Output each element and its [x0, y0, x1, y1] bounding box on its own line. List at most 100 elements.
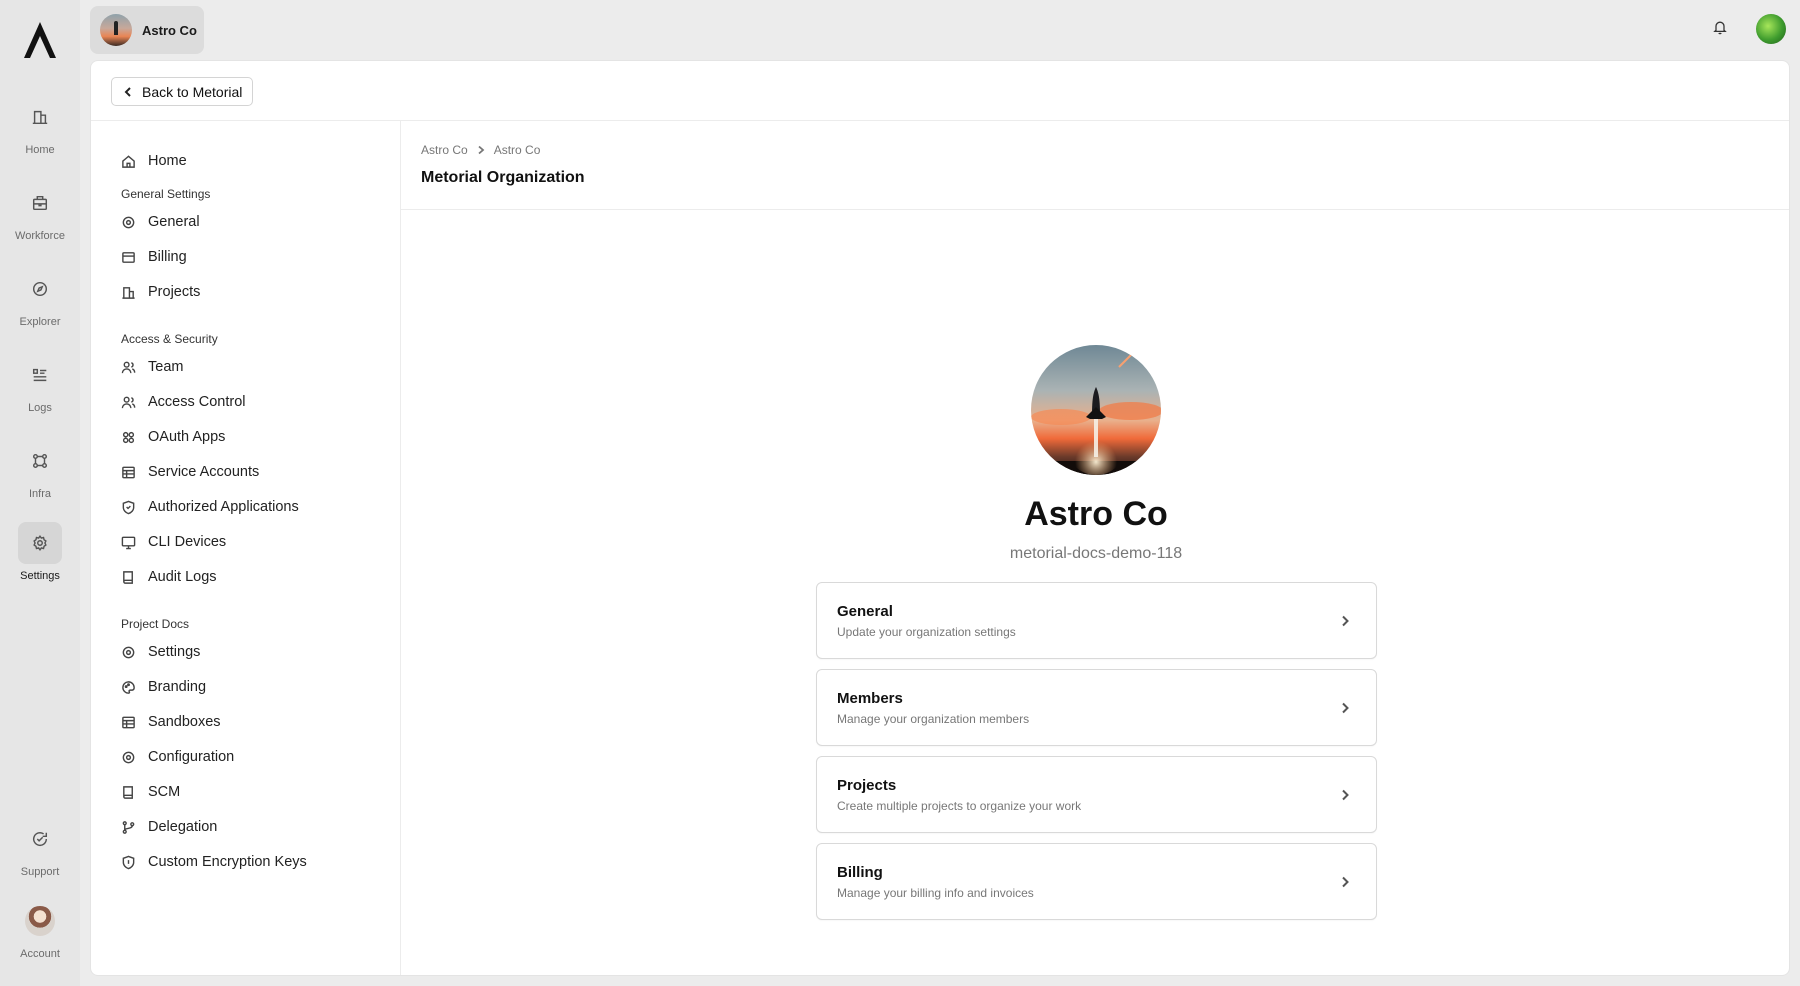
- shield-icon: [122, 500, 135, 514]
- sidebar-item-cli-devices[interactable]: CLI Devices: [121, 530, 226, 554]
- panel-header: Back to Metorial: [91, 61, 1789, 121]
- card-general[interactable]: General Update your organization setting…: [816, 582, 1377, 659]
- sidebar-item-label: General: [148, 214, 200, 230]
- card-description: Manage your billing info and invoices: [837, 886, 1034, 900]
- sidebar-item-label: Delegation: [148, 819, 218, 835]
- chevron-left-icon: [124, 86, 131, 97]
- branch-icon: [122, 820, 135, 834]
- org-name: Astro Co: [1024, 495, 1168, 533]
- rail-label: Support: [20, 866, 60, 878]
- rail-item-home[interactable]: Home: [0, 96, 80, 156]
- gear-icon: [122, 751, 135, 763]
- sidebar-item-label: OAuth Apps: [148, 429, 226, 445]
- sidebar-item-label: Configuration: [148, 749, 235, 765]
- card-projects[interactable]: Projects Create multiple projects to org…: [816, 756, 1377, 833]
- chevron-right-icon: [1338, 788, 1352, 802]
- settings-sidebar: Home General Settings General Billing Pr…: [91, 121, 401, 975]
- breadcrumb-item[interactable]: Astro Co: [494, 143, 541, 157]
- sidebar-item-label: Branding: [148, 679, 207, 695]
- monitor-icon: [121, 536, 136, 549]
- sidebar-item-sandboxes[interactable]: Sandboxes: [121, 710, 221, 734]
- sidebar-item-configuration[interactable]: Configuration: [121, 745, 234, 769]
- rail-item-workforce[interactable]: Workforce: [0, 182, 80, 242]
- shield-icon: [122, 855, 135, 869]
- card-description: Manage your organization members: [837, 712, 1030, 726]
- credit-card-icon: [122, 251, 135, 263]
- chevron-right-icon: [478, 145, 485, 155]
- rail-item-settings[interactable]: Settings: [0, 522, 80, 582]
- breadcrumb: Astro Co Astro Co: [421, 143, 540, 157]
- sidebar-item-branding[interactable]: Branding: [121, 675, 206, 699]
- sidebar-item-authorized-applications[interactable]: Authorized Applications: [121, 495, 299, 519]
- users-icon: [121, 396, 136, 408]
- rail-label: Infra: [28, 488, 51, 500]
- org-avatar-large: [1031, 345, 1161, 475]
- notifications-button[interactable]: [1712, 19, 1728, 40]
- breadcrumb-item[interactable]: Astro Co: [421, 143, 468, 157]
- org-switcher-label: Astro Co: [142, 22, 197, 38]
- rail-item-support[interactable]: Support: [0, 818, 80, 878]
- building-icon: [122, 286, 135, 299]
- sidebar-item-audit-logs[interactable]: Audit Logs: [121, 565, 217, 589]
- support-chat-icon: [32, 832, 48, 847]
- sidebar-item-settings[interactable]: Settings: [121, 640, 200, 664]
- org-slug: metorial-docs-demo-118: [1009, 545, 1183, 562]
- table-icon: [122, 466, 135, 478]
- sidebar-item-label: Audit Logs: [148, 569, 217, 585]
- sidebar-item-oauth-apps[interactable]: OAuth Apps: [121, 425, 225, 449]
- back-to-metorial-button[interactable]: Back to Metorial: [111, 77, 254, 106]
- bell-icon: [1713, 21, 1727, 34]
- sidebar-item-access-control[interactable]: Access Control: [121, 390, 246, 414]
- table-icon: [122, 716, 135, 728]
- users-icon: [121, 361, 136, 373]
- sidebar-item-label: Home: [148, 153, 187, 169]
- chevron-right-icon: [1338, 701, 1352, 715]
- gear-icon: [33, 535, 47, 551]
- card-billing[interactable]: Billing Manage your billing info and inv…: [816, 843, 1377, 920]
- rail-item-logs[interactable]: Logs: [0, 354, 80, 414]
- card-title: Billing: [837, 864, 883, 881]
- top-right-actions: [1712, 14, 1786, 44]
- sidebar-item-label: Settings: [148, 644, 201, 660]
- compass-icon: [32, 281, 48, 297]
- card-title: Projects: [837, 777, 897, 794]
- apps-icon: [122, 431, 135, 443]
- sidebar-item-label: Billing: [148, 249, 187, 265]
- card-title: Members: [837, 690, 903, 707]
- sidebar-item-home[interactable]: Home: [121, 149, 187, 173]
- sidebar-item-scm[interactable]: SCM: [121, 780, 180, 804]
- sidebar-item-custom-encryption-keys[interactable]: Custom Encryption Keys: [121, 850, 307, 874]
- sidebar-item-service-accounts[interactable]: Service Accounts: [121, 460, 259, 484]
- sidebar-item-label: Projects: [148, 284, 201, 300]
- home-icon: [122, 154, 135, 168]
- building-icon: [32, 110, 48, 125]
- org-switcher[interactable]: Astro Co: [90, 6, 204, 54]
- book-icon: [123, 570, 133, 584]
- sidebar-item-projects[interactable]: Projects: [121, 280, 200, 304]
- section-title-access-security: Access & Security: [121, 332, 218, 346]
- metorial-logo-icon[interactable]: [22, 20, 58, 60]
- page-title: Metorial Organization: [421, 169, 585, 186]
- sidebar-item-label: Service Accounts: [148, 464, 260, 480]
- sidebar-item-label: Sandboxes: [148, 714, 221, 730]
- sidebar-item-billing[interactable]: Billing: [121, 245, 187, 269]
- sidebar-item-team[interactable]: Team: [121, 355, 183, 379]
- rail-label: Logs: [28, 402, 52, 414]
- account-avatar: [25, 906, 55, 936]
- back-button-label: Back to Metorial: [142, 83, 243, 100]
- rail-item-infra[interactable]: Infra: [0, 440, 80, 500]
- card-description: Create multiple projects to organize you…: [837, 799, 1082, 813]
- rail-item-account[interactable]: Account: [0, 900, 80, 960]
- list-icon: [32, 368, 47, 382]
- rail-item-explorer[interactable]: Explorer: [0, 268, 80, 328]
- sidebar-item-label: Access Control: [148, 394, 246, 410]
- sidebar-item-label: Team: [148, 359, 184, 375]
- sidebar-item-label: SCM: [148, 784, 181, 800]
- app-rail: Home Workforce Explorer Logs Infra Setti…: [0, 0, 80, 986]
- gear-icon: [122, 216, 135, 228]
- user-avatar[interactable]: [1756, 14, 1786, 44]
- sidebar-item-general[interactable]: General: [121, 210, 200, 234]
- sidebar-item-delegation[interactable]: Delegation: [121, 815, 217, 839]
- card-members[interactable]: Members Manage your organization members: [816, 669, 1377, 746]
- rail-label: Settings: [20, 570, 60, 582]
